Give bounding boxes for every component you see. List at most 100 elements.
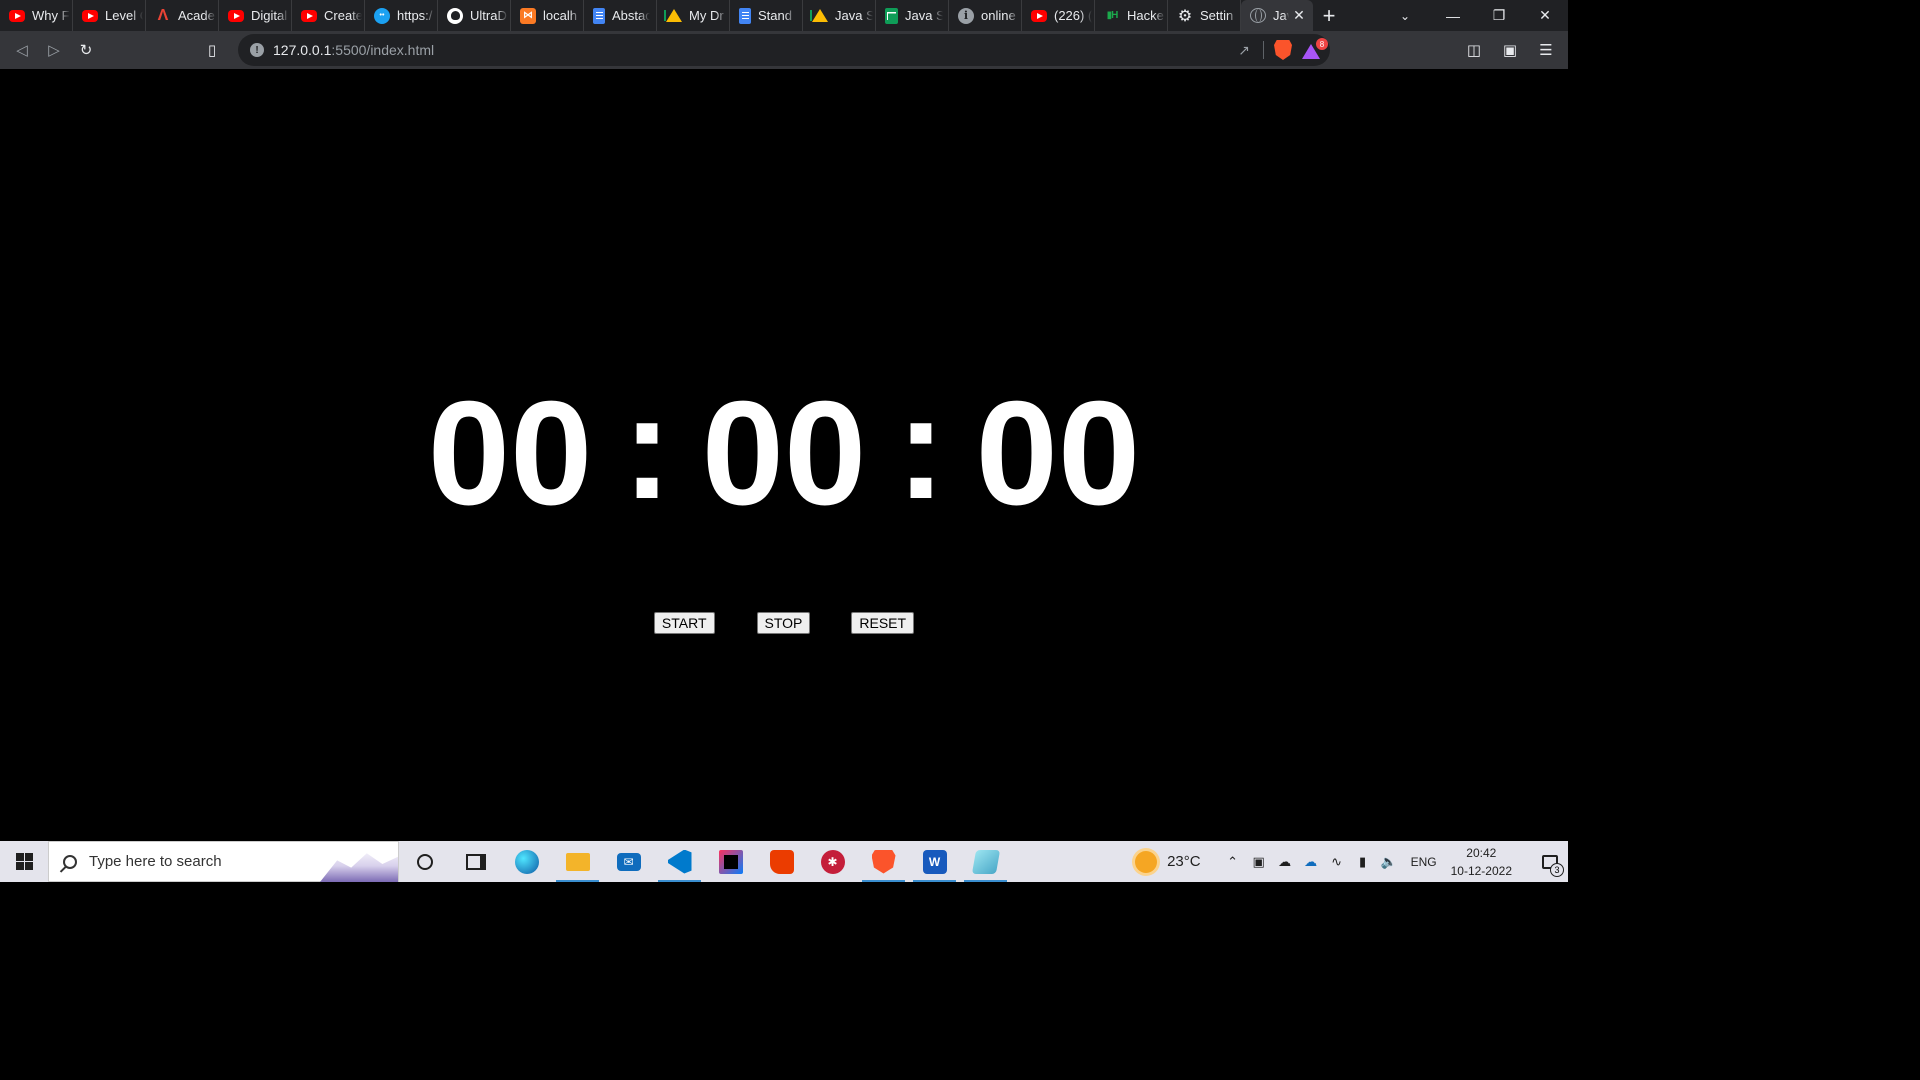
tab-13[interactable]: i online xyxy=(949,0,1022,31)
task-view-icon xyxy=(465,853,486,870)
academy-icon: Λ xyxy=(157,6,169,24)
taskbar-search[interactable]: Type here to search xyxy=(48,841,399,882)
clock-date: 10-12-2022 xyxy=(1450,863,1512,878)
google-drive-icon xyxy=(812,9,828,22)
tab-label: Jav xyxy=(1273,8,1289,23)
chevron-up-icon[interactable]: ⌃ xyxy=(1225,854,1241,870)
start-menu-button[interactable] xyxy=(0,841,48,882)
cortana-button[interactable] xyxy=(399,841,450,882)
edge-app[interactable] xyxy=(501,841,552,882)
notepad-app[interactable] xyxy=(960,841,1011,882)
google-docs-icon xyxy=(739,7,751,24)
office-app[interactable] xyxy=(756,841,807,882)
close-tab-icon[interactable]: ✕ xyxy=(1291,7,1307,23)
tab-1[interactable]: Level C xyxy=(73,0,146,31)
word-icon: W xyxy=(922,849,947,874)
tab-label: Stand xyxy=(758,8,792,23)
url-host: 127.0.0.1 xyxy=(273,42,332,58)
tab-6[interactable]: UltraD xyxy=(438,0,511,31)
xampp-icon: ⋈ xyxy=(520,7,536,24)
tab-14[interactable]: (226) ( xyxy=(1022,0,1095,31)
file-explorer-app[interactable] xyxy=(552,841,603,882)
tab-label: Hacke xyxy=(1127,8,1164,23)
separator: : xyxy=(622,365,672,530)
tab-10[interactable]: Stand xyxy=(730,0,803,31)
back-icon[interactable]: ◁ xyxy=(6,34,38,66)
restore-icon[interactable]: ❐ xyxy=(1476,0,1522,31)
temperature: 23°C xyxy=(1167,853,1201,870)
bookmark-icon[interactable]: ▯ xyxy=(196,34,228,66)
tab-2[interactable]: Λ Acade xyxy=(146,0,219,31)
tab-label: Java S xyxy=(835,8,873,23)
google-docs-icon xyxy=(593,7,605,24)
tab-label: https:/ xyxy=(397,8,433,23)
meet-icon[interactable]: ▣ xyxy=(1251,854,1267,870)
toolbar-right: ◫ ▣ ☰ xyxy=(1458,34,1562,66)
brave-shields-icon[interactable] xyxy=(1274,40,1292,60)
address-bar[interactable]: ! 127.0.0.1:5500/index.html ↗ 8 xyxy=(238,34,1330,66)
volume-icon[interactable]: 🔈 xyxy=(1381,854,1397,870)
battery-icon[interactable]: ▮ xyxy=(1355,854,1371,870)
vscode-icon xyxy=(667,849,692,874)
notification-count: 3 xyxy=(1550,863,1564,877)
minutes-display: 00 xyxy=(701,371,867,536)
sync-cloud-icon[interactable]: ☁ xyxy=(1277,854,1293,870)
tab-17-active[interactable]: Jav✕ xyxy=(1241,0,1313,31)
brave-rewards-icon[interactable]: 8 xyxy=(1302,38,1328,59)
web-icon: •• xyxy=(374,7,390,24)
notification-center-button[interactable]: 3 xyxy=(1532,841,1568,882)
tab-label: online xyxy=(981,8,1016,23)
mail-app[interactable]: ✉ xyxy=(603,841,654,882)
word-app[interactable]: W xyxy=(909,841,960,882)
share-icon[interactable]: ↗ xyxy=(1235,42,1253,59)
vpn-app[interactable]: ✱ xyxy=(807,841,858,882)
close-window-icon[interactable]: ✕ xyxy=(1522,0,1568,31)
tab-4[interactable]: Create xyxy=(292,0,365,31)
tab-0[interactable]: Why F xyxy=(0,0,73,31)
brave-app[interactable] xyxy=(858,841,909,882)
minimize-icon[interactable]: — xyxy=(1430,0,1476,31)
tab-label: Create xyxy=(324,8,362,23)
tab-9[interactable]: My Dr xyxy=(657,0,730,31)
wallet-icon[interactable]: ▣ xyxy=(1494,34,1526,66)
forward-icon[interactable]: ▷ xyxy=(38,34,70,66)
wifi-icon[interactable]: ∿ xyxy=(1329,854,1345,870)
google-drive-icon xyxy=(666,9,682,22)
cortana-icon xyxy=(416,853,433,870)
tab-label: localh xyxy=(543,8,577,23)
task-view-button[interactable] xyxy=(450,841,501,882)
tab-16[interactable]: ⚙ Settin xyxy=(1168,0,1241,31)
tab-label: Acade xyxy=(178,8,215,23)
onedrive-icon[interactable]: ☁ xyxy=(1303,854,1319,870)
stopwatch-controls: START STOP RESET xyxy=(0,612,1568,634)
reset-button[interactable]: RESET xyxy=(851,612,915,634)
site-info-icon[interactable]: ! xyxy=(250,43,264,57)
clock[interactable]: 20:42 10-12-2022 xyxy=(1451,844,1512,880)
menu-icon[interactable]: ☰ xyxy=(1530,34,1562,66)
tab-15[interactable]: ▮H Hacke xyxy=(1095,0,1168,31)
stop-button[interactable]: STOP xyxy=(756,612,811,634)
search-icon xyxy=(63,854,77,869)
intellij-app[interactable] xyxy=(705,841,756,882)
tab-7[interactable]: ⋈ localh xyxy=(511,0,584,31)
tab-11[interactable]: Java S xyxy=(803,0,876,31)
tab-label: Java S xyxy=(905,8,943,23)
mail-icon: ✉ xyxy=(616,852,641,871)
tab-12[interactable]: Java S xyxy=(876,0,949,31)
vscode-app[interactable] xyxy=(654,841,705,882)
tab-3[interactable]: Digital xyxy=(219,0,292,31)
stopwatch-display: 00:00:00 xyxy=(0,371,1568,536)
sidebar-icon[interactable]: ◫ xyxy=(1458,34,1490,66)
new-tab-button[interactable]: + xyxy=(1313,0,1345,31)
tab-5[interactable]: •• https:/ xyxy=(365,0,438,31)
tab-search-chevron-icon[interactable]: ⌄ xyxy=(1390,0,1420,31)
start-button[interactable]: START xyxy=(653,612,715,634)
tab-label: My Dr xyxy=(689,8,724,23)
divider xyxy=(1263,41,1264,59)
reload-icon[interactable]: ↻ xyxy=(70,34,102,66)
weather-widget[interactable]: 23°C xyxy=(1135,850,1201,873)
sun-icon xyxy=(1135,850,1158,873)
tab-label: UltraD xyxy=(470,8,507,23)
tab-8[interactable]: Abstac xyxy=(584,0,657,31)
language-indicator[interactable]: ENG xyxy=(1411,855,1437,869)
